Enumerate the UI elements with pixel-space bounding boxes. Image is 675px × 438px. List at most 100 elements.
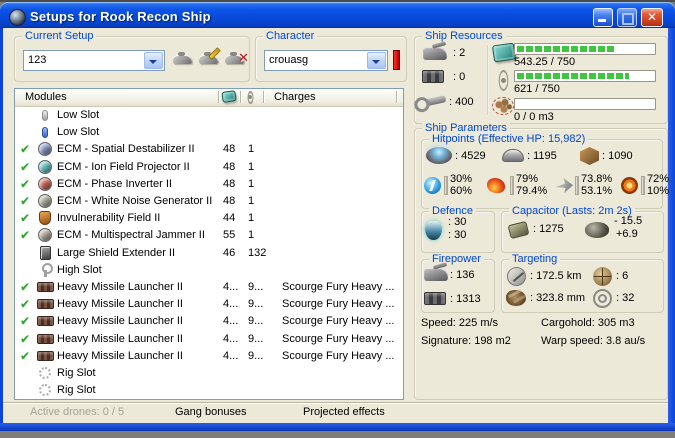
divider [240,91,241,103]
armor-hp-icon [502,149,524,162]
module-qty-value: 9... [248,349,264,362]
module-icon [37,211,53,226]
module-icon [37,366,53,381]
module-row[interactable]: ✔ ECM - White Noise Generator II 48 1 [15,193,403,210]
current-setup-combobox[interactable]: 123 [23,50,165,71]
capacitor-recharge-icon [585,222,609,238]
module-name: ECM - Ion Field Projector II [57,160,190,173]
module-cpu-value: 48 [223,177,236,190]
defence-shield-icon [425,221,442,240]
module-name: Heavy Missile Launcher II [57,281,183,293]
module-name: Large Shield Extender II [57,246,176,259]
delete-setup-button[interactable] [225,50,249,68]
divider [218,91,219,103]
module-name: Low Slot [57,109,100,121]
powergrid-column-icon[interactable] [244,91,257,104]
targeting-label: Targeting [509,253,561,266]
structure-hp-value: : 1090 [602,150,633,162]
module-row[interactable]: ✔ Heavy Missile Launcher II 4... 9... Sc… [15,279,403,296]
module-row[interactable]: ✔ Invulnerability Field II 44 1 [15,210,403,227]
character-combobox[interactable]: crouasg [264,50,388,71]
divider [3,402,668,404]
module-qty-value: 132 [248,246,267,259]
window-border-right [668,28,675,423]
chevron-down-icon[interactable] [144,52,163,69]
module-row[interactable]: ✔ Heavy Missile Launcher II 4... 9... Sc… [15,331,403,348]
module-qty-value: 1 [248,229,255,242]
module-row[interactable]: ✔ ECM - Spatial Destabilizer II 48 1 [15,141,403,158]
projected-effects-label[interactable]: Projected effects [303,406,385,418]
module-cpu-value: 55 [223,229,236,242]
divider [510,176,514,195]
module-row[interactable]: ✔ ECM - Phase Inverter II 48 1 [15,176,403,193]
hitpoints-group: Hitpoints (Effective HP: 15,982) : 4529 … [421,133,669,209]
capacitor-amount: : 1275 [533,223,564,235]
fitted-check-icon: ✔ [20,348,31,363]
fitted-check-icon: ✔ [20,331,31,346]
active-drones-label: Active drones: 0 / 5 [30,406,125,418]
module-icon [37,228,53,243]
window-border-bottom [0,423,675,431]
kinetic-resist-armor: 53.1% [581,185,613,197]
module-icon [37,314,54,329]
module-cpu-value: 44 [223,212,236,225]
charges-column-header[interactable]: Charges [274,91,316,103]
cpu-column-icon[interactable] [221,90,237,103]
module-row[interactable]: Low Slot [15,124,403,141]
warp-speed-stat: Warp speed: 3.8 au/s [541,335,646,347]
module-name: Rig Slot [57,367,96,379]
launcher-hardpoints-icon [422,70,444,83]
kinetic-resist-icon [555,178,573,193]
explosive-resist-shield: 72% [647,173,670,185]
module-qty-value: 1 [248,212,255,225]
window-titlebar[interactable]: Setups for Rook Recon Ship ✕ [0,2,675,28]
module-icon [37,280,54,295]
signature-stat: Signature: 198 m2 [421,335,511,347]
module-name: Invulnerability Field II [57,212,161,225]
sensor-strength: : 32 [616,292,635,304]
module-row[interactable]: Rig Slot [15,382,403,399]
module-cpu-value: 48 [223,160,236,173]
firepower-volley: : 1313 [450,293,481,305]
module-name: Rig Slot [57,384,96,397]
chevron-down-icon[interactable] [367,52,386,69]
character-group: Character crouasg [255,30,407,82]
module-icon [37,245,53,261]
module-row[interactable]: ✔ Heavy Missile Launcher II 4... 9... Sc… [15,348,403,365]
module-row[interactable]: ✔ ECM - Multispectral Jammer II 55 1 [15,227,403,244]
firepower-group: Firepower : 136 : 1313 [421,253,495,313]
gang-bonuses-label[interactable]: Gang bonuses [175,406,247,418]
module-icon [37,176,53,192]
capacitor-recharge: +6.9 [616,228,638,240]
maximize-button[interactable] [617,8,637,27]
minimize-button[interactable] [593,8,613,27]
calibration-value: : 400 [449,96,474,108]
module-qty-value: 1 [248,160,255,173]
module-row[interactable]: ✔ Heavy Missile Launcher II 4... 9... Sc… [15,296,403,313]
character-value: crouasg [269,54,309,66]
edit-setup-button[interactable] [199,51,221,68]
close-button[interactable]: ✕ [641,8,663,27]
dronebay-icon [492,97,514,115]
turret-hardpoints-value: : 2 [453,47,466,59]
module-cpu-value: 4... [223,349,239,362]
em-resist-armor: 60% [450,185,473,197]
module-name: ECM - White Noise Generator II [57,195,213,207]
module-row[interactable]: Rig Slot [15,365,403,382]
module-name: ECM - Spatial Destabilizer II [57,143,195,156]
new-setup-button[interactable] [173,51,195,68]
module-icon [37,159,53,175]
module-cpu-value: 4... [223,315,239,328]
module-row[interactable]: Large Shield Extender II 46 132 [15,245,403,262]
hitpoints-label: Hitpoints (Effective HP: 15,982) [429,133,589,146]
module-qty-value: 1 [248,177,255,190]
module-row[interactable]: ✔ Heavy Missile Launcher II 4... 9... Sc… [15,313,403,330]
cpu-bar [514,43,656,55]
modules-column-header[interactable]: Modules [25,91,67,103]
module-row[interactable]: High Slot [15,262,403,279]
screenshot-root: Setups for Rook Recon Ship ✕ Current Set… [0,0,675,438]
fitted-check-icon: ✔ [20,211,31,226]
module-icon [37,297,54,312]
module-row[interactable]: Low Slot [15,107,403,124]
module-row[interactable]: ✔ ECM - Ion Field Projector II 48 1 [15,159,403,176]
